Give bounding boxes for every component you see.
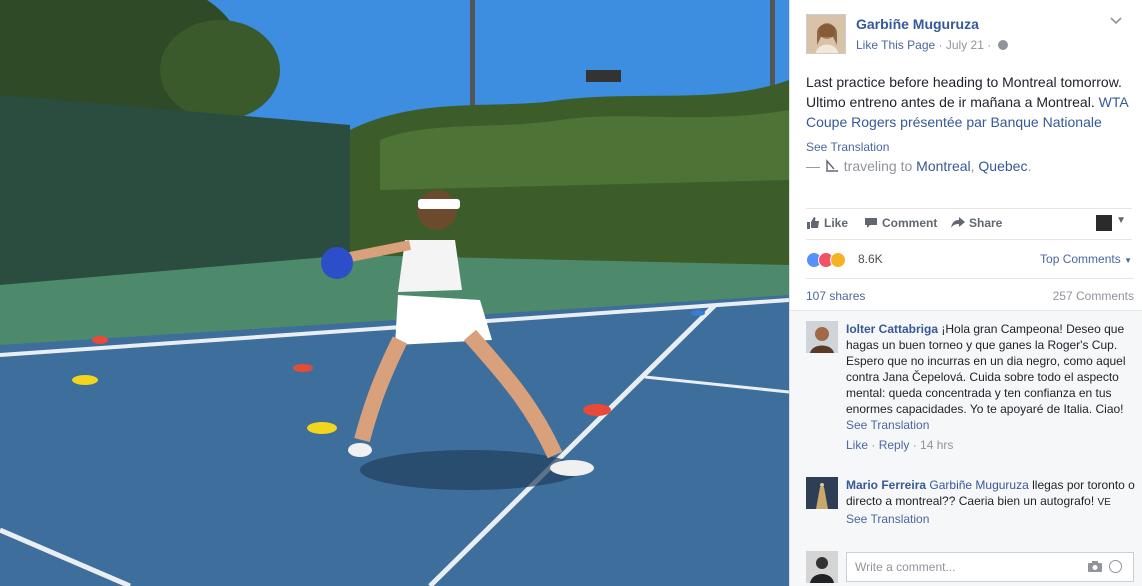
comment-like-link[interactable]: Like <box>846 438 868 452</box>
current-user-avatar <box>806 551 838 583</box>
post-header: Garbiñe Muguruza Like This Page · July 2… <box>806 14 1136 54</box>
post-text-line2: Ultimo entreno antes de ir mañana a Mont… <box>806 94 1095 110</box>
traveling-status: — traveling to Montreal, Quebec. <box>806 158 1031 174</box>
traveling-dash: — <box>806 158 820 174</box>
caret-down-icon: ▼ <box>1124 256 1132 265</box>
comment-author-link[interactable]: Iolter Cattabriga <box>846 322 938 336</box>
reaction-count[interactable]: 8.6K <box>858 252 883 266</box>
comment-suffix: VE <box>1097 497 1111 508</box>
post-stats: 107 shares 257 Comments <box>806 278 1134 312</box>
commenter-avatar[interactable] <box>806 477 838 509</box>
comment-icon <box>864 217 878 229</box>
reactions-row: 8.6K Top Comments ▼ <box>806 250 1136 270</box>
camera-icon[interactable] <box>1088 561 1102 572</box>
comment-label: Comment <box>882 216 938 230</box>
post-actions-bar: Like Comment Share ▼ <box>806 208 1132 240</box>
like-icon <box>806 217 820 229</box>
post-date[interactable]: July 21 <box>946 38 984 52</box>
page-name-link[interactable]: Garbiñe Muguruza <box>856 16 979 32</box>
comment-author-link[interactable]: Mario Ferreira <box>846 478 926 492</box>
comments-count[interactable]: 257 Comments <box>1053 289 1134 303</box>
share-button[interactable]: Share <box>951 216 1002 230</box>
comment-mention-link[interactable]: Garbiñe Muguruza <box>929 478 1028 492</box>
comment-text: ¡Hola gran Campeona! Deseo que hagas un … <box>846 322 1126 416</box>
comment-body: Mario Ferreira Garbiñe Muguruza llegas p… <box>846 477 1136 527</box>
like-page-link[interactable]: Like This Page <box>856 38 935 52</box>
emoji-icon[interactable] <box>1109 560 1122 573</box>
comment-composer <box>806 551 1134 583</box>
top-comments-dropdown[interactable]: Top Comments ▼ <box>1040 252 1132 266</box>
place-separator: , <box>970 158 975 174</box>
tennis-practice-photo <box>0 0 789 586</box>
plane-icon <box>824 159 840 173</box>
meta-separator-2: · <box>987 38 992 52</box>
place-end: . <box>1027 158 1032 174</box>
like-button[interactable]: Like <box>806 216 848 230</box>
comment-item: Mario Ferreira Garbiñe Muguruza llegas p… <box>806 477 1135 547</box>
comment-see-translation[interactable]: See Translation <box>846 511 1136 527</box>
like-label: Like <box>824 216 849 230</box>
place-city-link[interactable]: Montreal <box>916 158 970 174</box>
commenter-avatar[interactable] <box>806 321 838 353</box>
share-as-avatar[interactable] <box>1096 215 1112 231</box>
traveling-text: traveling to <box>843 158 913 174</box>
meta-separator: · <box>938 38 943 52</box>
chevron-down-icon[interactable] <box>1110 14 1122 28</box>
shares-count-link[interactable]: 107 shares <box>806 289 865 303</box>
page-avatar[interactable] <box>806 14 846 54</box>
post-meta: Like This Page · July 21 · <box>856 38 1008 52</box>
share-icon <box>951 217 965 229</box>
post-photo[interactable] <box>0 0 789 586</box>
avatar-photo-icon <box>807 15 845 53</box>
comment-meta: Like · Reply · 14 hrs <box>846 438 954 452</box>
post-side-panel: Garbiñe Muguruza Like This Page · July 2… <box>789 0 1142 586</box>
comment-time[interactable]: 14 hrs <box>920 438 953 452</box>
share-label: Share <box>969 216 1003 230</box>
globe-icon <box>997 40 1008 50</box>
comment-see-translation[interactable]: See Translation <box>846 417 1136 433</box>
post-text: Last practice before heading to Montreal… <box>806 72 1136 132</box>
see-translation-link[interactable]: See Translation <box>806 140 889 154</box>
wow-reaction-icon[interactable] <box>830 252 846 268</box>
comment-item: Iolter Cattabriga ¡Hola gran Campeona! D… <box>806 321 1132 471</box>
comment-body: Iolter Cattabriga ¡Hola gran Campeona! D… <box>846 321 1136 453</box>
comment-button[interactable]: Comment <box>864 216 937 230</box>
post-text-line1: Last practice before heading to Montreal… <box>806 74 1122 90</box>
comments-section: Iolter Cattabriga ¡Hola gran Campeona! D… <box>790 310 1142 586</box>
caret-down-icon[interactable]: ▼ <box>1116 215 1126 226</box>
place-region-link[interactable]: Quebec <box>978 158 1027 174</box>
comment-reply-link[interactable]: Reply <box>879 438 910 452</box>
top-comments-label: Top Comments <box>1040 252 1121 266</box>
